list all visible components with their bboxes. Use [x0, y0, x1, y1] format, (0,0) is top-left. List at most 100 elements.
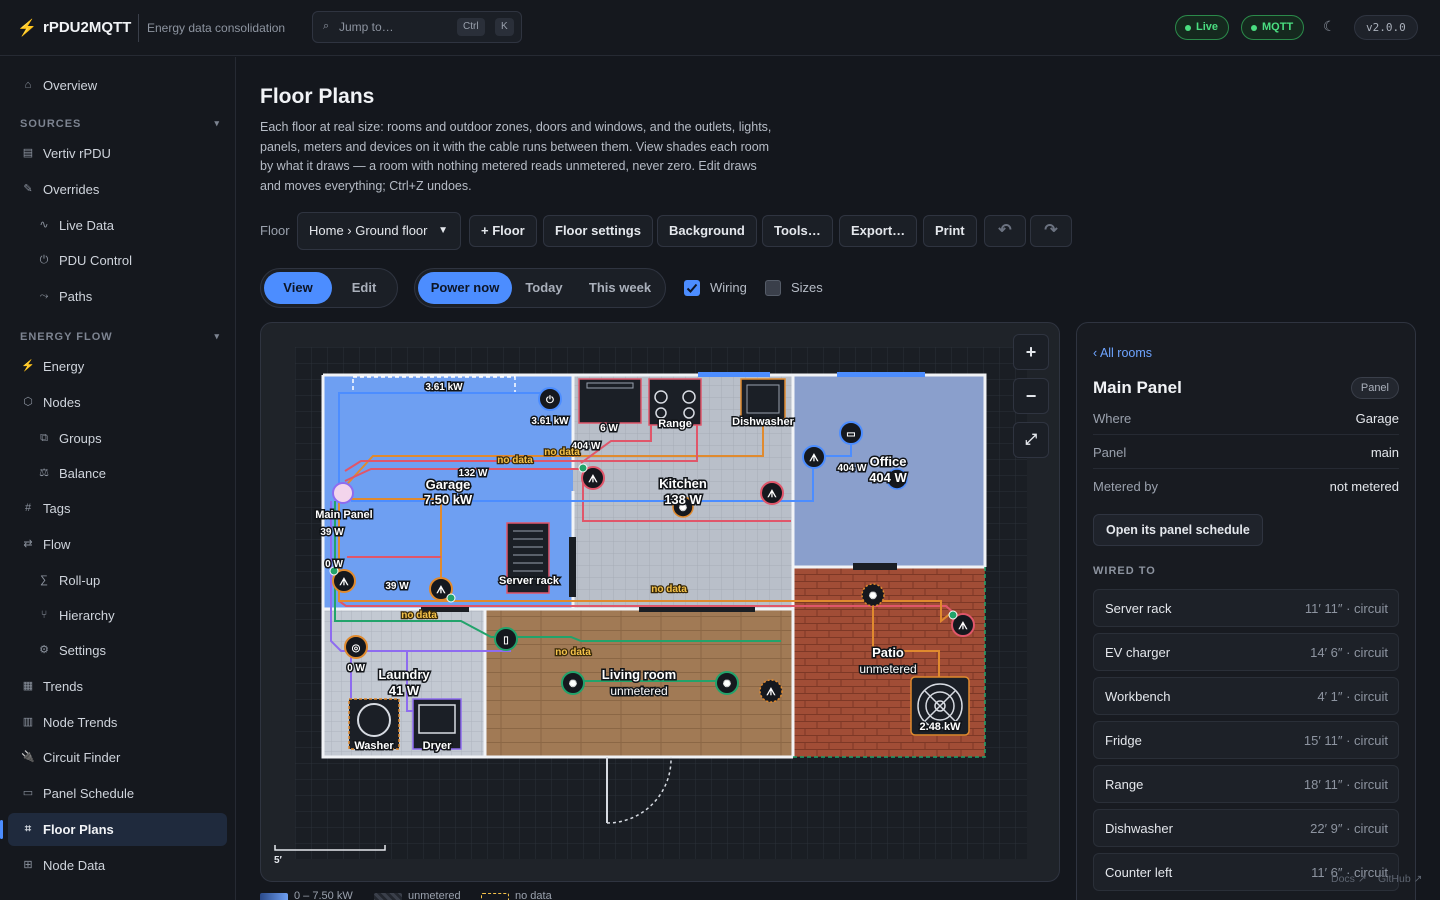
range-toggle: Power now Today This week [414, 268, 666, 308]
tools-button[interactable]: Tools… [762, 215, 833, 247]
sidebar-item-vertiv-rpdu[interactable]: ▤ Vertiv rPDU [8, 137, 227, 170]
plug-icon: ◎ [352, 643, 361, 654]
wired-item[interactable]: Server rack 11′ 11″ · circuit [1093, 589, 1399, 627]
plug-icon: ▯ [503, 635, 509, 646]
floor-plan-svg[interactable]: ⏻ ᗑ ᗑ ᗑ ▭ ᗑ ᗑ ◎ ▯ ✺ ✺ ᗑ ✺ ᗑ ✺ Garage 7.5… [261, 323, 1060, 882]
fridge-value: 6 W [600, 423, 618, 434]
zoom-in-button[interactable]: + [1013, 334, 1049, 370]
wired-item[interactable]: Range 18′ 11″ · circuit [1093, 765, 1399, 803]
sidebar-item-live-data[interactable]: ∿ Live Data [8, 209, 227, 242]
wired-item[interactable]: Fridge 15′ 11″ · circuit [1093, 721, 1399, 759]
wired-item[interactable]: EV charger 14′ 6″ · circuit [1093, 633, 1399, 671]
energy-flow-section-title[interactable]: ENERGY FLOW ▾ [20, 331, 220, 343]
fridge-icon[interactable] [578, 378, 642, 424]
ev-charger-value: 2.48 kW [920, 721, 962, 733]
sidebar-item-pdu-control[interactable]: ⏻ PDU Control [8, 244, 227, 277]
home-icon: ⌂ [24, 79, 32, 91]
sidebar-item-balance[interactable]: ⚖ Balance [8, 457, 227, 490]
sidebar-item-floor-plans[interactable]: ⌗ Floor Plans [0, 813, 227, 846]
plug-icon: ⏻ [546, 394, 554, 406]
power-now-button[interactable]: Power now [418, 272, 512, 304]
zoom-out-button[interactable]: − [1013, 378, 1049, 414]
monitor-glyph-icon: ▭ [846, 429, 855, 440]
theme-toggle-moon-icon[interactable]: ☾ [1323, 18, 1336, 35]
add-floor-button[interactable]: + Floor [469, 215, 537, 247]
wired-item[interactable]: Counter left 11′ 6″ · circuit [1093, 853, 1399, 891]
detail-row: Metered by not metered [1093, 479, 1399, 494]
chart-icon: ▥ [22, 716, 34, 728]
laundry-name: Laundry [378, 667, 430, 682]
no-data-label: no data [651, 584, 687, 595]
github-link[interactable]: GitHub ↗ [1378, 873, 1422, 885]
sizes-checkbox[interactable] [765, 280, 781, 296]
sidebar-item-flow[interactable]: ⇄ Flow [8, 528, 227, 561]
patio-value: unmetered [859, 662, 916, 676]
bolt-icon: ⚡ [17, 20, 37, 37]
plug-icon: ᗑ [436, 584, 446, 596]
garage-value: 7.50 kW [424, 492, 473, 507]
window [698, 372, 770, 377]
print-button[interactable]: Print [923, 215, 977, 247]
plug-icon: ᗑ [809, 452, 819, 464]
background-button[interactable]: Background [657, 215, 757, 247]
grid-icon: ⌗ [24, 823, 32, 835]
kitchen-value: 138 W [664, 492, 702, 507]
sidebar-item-settings[interactable]: ⚙ Settings [8, 634, 227, 667]
sidebar-item-circuit-finder[interactable]: 🔌 Circuit Finder [8, 741, 227, 774]
open-panel-schedule-button[interactable]: Open its panel schedule [1093, 514, 1263, 546]
legend-range: 0 – 7.50 kW [294, 890, 353, 900]
sidebar-item-node-data[interactable]: ⊞ Node Data [8, 849, 227, 882]
wire-value-132: 132 W [459, 468, 488, 479]
route-icon: ⤳ [39, 290, 49, 302]
check-icon [686, 283, 698, 293]
sources-section-title[interactable]: SOURCES ▾ [20, 118, 220, 130]
sidebar-item-roll-up[interactable]: ∑ Roll-up [8, 564, 227, 597]
redo-icon[interactable]: ↷ [1030, 215, 1072, 247]
wired-item[interactable]: Workbench 4′ 1″ · circuit [1093, 677, 1399, 715]
patio-name: Patio [872, 645, 904, 660]
plug-icon: ᗑ [339, 576, 349, 588]
view-mode-button[interactable]: View [264, 272, 332, 304]
sidebar-item-groups[interactable]: ⧉ Groups [8, 422, 227, 455]
floor-settings-button[interactable]: Floor settings [543, 215, 653, 247]
sidebar-item-panel-schedule[interactable]: ▭ Panel Schedule [8, 777, 227, 810]
sidebar-item-tags[interactable]: # Tags [8, 492, 227, 525]
sidebar: ⌂ Overview SOURCES ▾ ▤ Vertiv rPDU ✎ Overrid… [0, 57, 236, 900]
docs-link[interactable]: Docs ↗ [1331, 873, 1367, 885]
app-name[interactable]: rPDU2MQTT [43, 19, 131, 36]
sidebar-item-hierarchy[interactable]: ⑂ Hierarchy [8, 599, 227, 632]
mqtt-status-badge[interactable]: MQTT [1241, 15, 1305, 40]
live-status-badge[interactable]: Live [1175, 15, 1230, 40]
sidebar-item-nodes[interactable]: ⬡ Nodes [8, 386, 227, 419]
sidebar-item-paths[interactable]: ⤳ Paths [8, 280, 227, 313]
all-rooms-link[interactable]: ‹ All rooms [1093, 346, 1152, 360]
today-button[interactable]: Today [513, 272, 575, 304]
edit-mode-button[interactable]: Edit [333, 272, 395, 304]
sidebar-item-trends[interactable]: ▦ Trends [8, 670, 227, 703]
room-living[interactable] [485, 609, 793, 757]
wiring-checkbox[interactable] [684, 280, 700, 296]
sun-icon: ✺ [869, 591, 878, 602]
main-panel-icon[interactable] [332, 482, 354, 504]
floor-plan-canvas[interactable]: ⏻ ᗑ ᗑ ᗑ ▭ ᗑ ᗑ ◎ ▯ ✺ ✺ ᗑ ✺ ᗑ ✺ Garage 7.5… [260, 322, 1060, 882]
this-week-button[interactable]: This week [577, 272, 663, 304]
jump-search[interactable]: ⌕ Jump to… Ctrl K [312, 11, 522, 43]
undo-icon[interactable]: ↶ [984, 215, 1026, 247]
wiring-label[interactable]: Wiring [710, 280, 747, 295]
fit-to-screen-icon[interactable]: ⤢ [1013, 422, 1049, 458]
wired-item[interactable]: Dishwasher 22′ 9″ · circuit [1093, 809, 1399, 847]
plug-icon: ᗑ [958, 620, 968, 632]
sidebar-item-energy[interactable]: ⚡ Energy [8, 350, 227, 383]
sidebar-item-node-trends[interactable]: ▥ Node Trends [8, 706, 227, 739]
laundry-value: 41 W [389, 683, 420, 698]
search-icon: ⌕ [323, 20, 330, 32]
pulse-icon: ∿ [39, 219, 49, 231]
legend-unmetered: unmetered [408, 890, 461, 900]
sidebar-item-overview[interactable]: ⌂ Overview [8, 69, 227, 102]
chevron-down-icon: ▾ [214, 331, 220, 341]
floor-select[interactable]: Home › Ground floor ▼ [297, 212, 461, 250]
sidebar-item-overrides[interactable]: ✎ Overrides [8, 173, 227, 206]
window [837, 372, 925, 377]
sizes-label[interactable]: Sizes [791, 280, 823, 295]
export-button[interactable]: Export… [839, 215, 918, 247]
